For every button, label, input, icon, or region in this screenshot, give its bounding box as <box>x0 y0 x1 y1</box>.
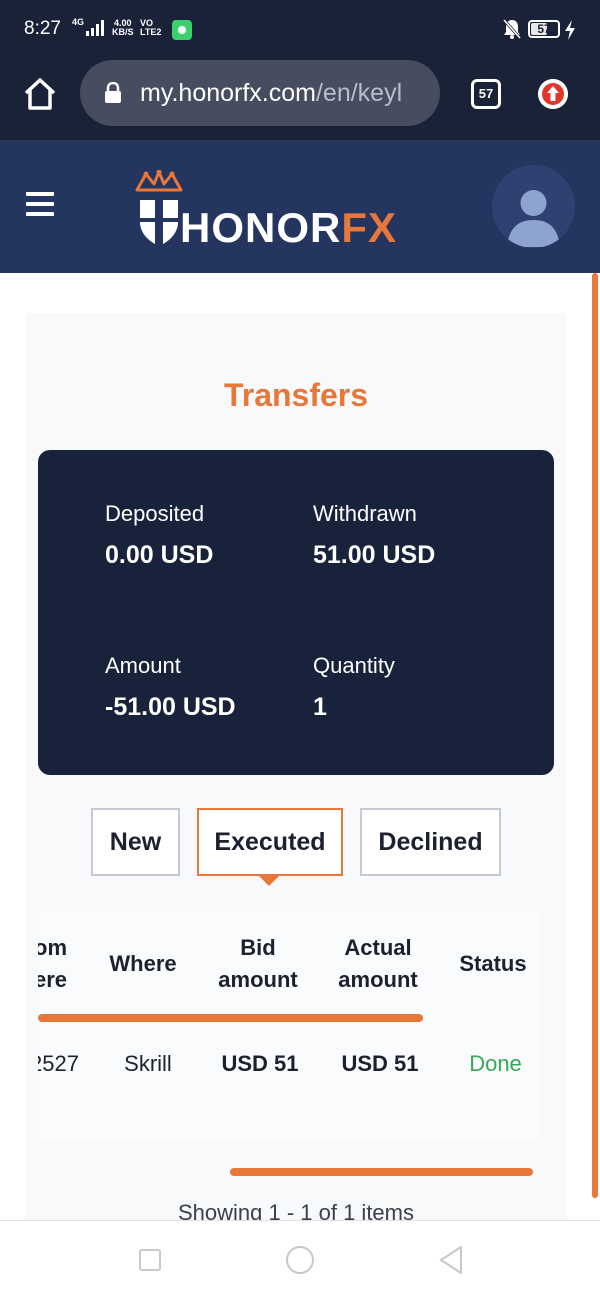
stat-deposited: Deposited 0.00 USD <box>105 501 213 570</box>
battery-icon: 57 <box>528 20 560 38</box>
home-nav-icon[interactable] <box>286 1246 314 1274</box>
col-bid-line1: Bid <box>240 935 276 960</box>
lock-icon <box>105 82 121 103</box>
stat-amount: Amount -51.00 USD <box>105 653 236 722</box>
page-content: Transfers Deposited 0.00 USD Withdrawn 5… <box>0 273 600 1220</box>
col-actual-line1: Actual <box>344 935 412 960</box>
col-bid-amount: Bid amount <box>208 932 308 996</box>
user-avatar[interactable] <box>492 165 575 248</box>
active-tab-pointer <box>259 876 279 886</box>
home-icon[interactable] <box>22 76 58 112</box>
pagination-summary: Showing 1 - 1 of 1 items <box>177 1200 414 1220</box>
cell-actual-amount: USD 51 <box>341 1051 419 1076</box>
volte-indicator: VO LTE2 <box>140 18 162 37</box>
status-bar: 8:27 4G 4.00 KB/S VO LTE2 57 <box>0 0 600 60</box>
header-scroll-indicator <box>38 1014 423 1022</box>
url-path: /en/keyl <box>315 79 403 107</box>
page-title: Transfers <box>223 377 369 413</box>
tabs-button[interactable]: 57 <box>471 79 501 109</box>
crown-shield-icon <box>135 170 183 246</box>
withdrawn-value: 51.00 USD <box>313 541 436 569</box>
cell-status: Done <box>469 1051 522 1076</box>
col-actual-amount: Actual amount <box>328 932 428 996</box>
cell-from: 2527 <box>38 1051 79 1076</box>
status-time: 8:27 <box>24 18 61 39</box>
tab-executed[interactable]: Executed <box>197 808 343 876</box>
url-text: my.honorfx.com/en/keyl <box>140 79 430 108</box>
bell-off-icon <box>502 19 522 39</box>
quantity-label: Quantity <box>313 653 395 678</box>
browser-toolbar: my.honorfx.com/en/keyl 57 <box>0 60 600 140</box>
menu-icon[interactable] <box>26 192 54 216</box>
amount-value: -51.00 USD <box>105 693 236 721</box>
deposited-value: 0.00 USD <box>105 541 214 569</box>
url-host: my.honorfx.com <box>140 79 316 107</box>
col-where: Where <box>109 951 177 976</box>
recents-icon[interactable] <box>139 1249 161 1271</box>
signal-icon <box>86 20 104 36</box>
amount-label: Amount <box>105 653 181 678</box>
battery-level: 57 <box>537 22 551 36</box>
tab-declined[interactable]: Declined <box>360 808 501 876</box>
update-icon[interactable] <box>538 79 568 109</box>
transfers-table[interactable]: om ere Where Bid amount Actual amount St… <box>38 910 540 1140</box>
charging-icon <box>565 20 575 40</box>
user-avatar-icon <box>507 190 560 247</box>
app-notification-icon <box>172 20 192 40</box>
col-from-line1: om <box>38 935 67 960</box>
address-bar[interactable]: my.honorfx.com/en/keyl <box>80 60 440 126</box>
system-nav-bar <box>0 1220 600 1300</box>
back-icon[interactable] <box>438 1245 464 1275</box>
deposited-label: Deposited <box>105 501 205 526</box>
col-from: om ere <box>38 932 67 996</box>
tab-count: 57 <box>478 86 494 101</box>
honorfx-logo[interactable]: HONORFX <box>134 170 404 252</box>
cell-where: Skrill <box>124 1051 172 1076</box>
network-type: 4G <box>72 17 85 27</box>
logo-accent: FX <box>341 204 398 251</box>
col-from-line2: ere <box>38 967 68 992</box>
stat-withdrawn: Withdrawn 51.00 USD <box>313 501 435 570</box>
col-status: Status <box>459 951 527 976</box>
col-actual-line2: amount <box>338 967 418 992</box>
network-speed: 4.00 KB/S <box>112 19 134 37</box>
tab-new[interactable]: New <box>91 808 180 876</box>
transfers-card: Transfers Deposited 0.00 USD Withdrawn 5… <box>25 313 567 1220</box>
logo-text: HONORFX <box>180 204 397 252</box>
logo-main: HONOR <box>180 204 342 251</box>
horizontal-scrollbar[interactable] <box>230 1168 533 1176</box>
transfer-summary: Deposited 0.00 USD Withdrawn 51.00 USD A… <box>38 450 554 775</box>
cell-bid-amount: USD 51 <box>221 1051 299 1076</box>
vertical-scrollbar[interactable] <box>592 273 598 1198</box>
site-header: HONORFX <box>0 140 600 273</box>
speed-unit: KB/S <box>112 27 134 37</box>
stat-quantity: Quantity 1 <box>313 653 395 722</box>
quantity-value: 1 <box>313 693 327 721</box>
col-bid-line2: amount <box>218 967 298 992</box>
withdrawn-label: Withdrawn <box>313 501 417 526</box>
